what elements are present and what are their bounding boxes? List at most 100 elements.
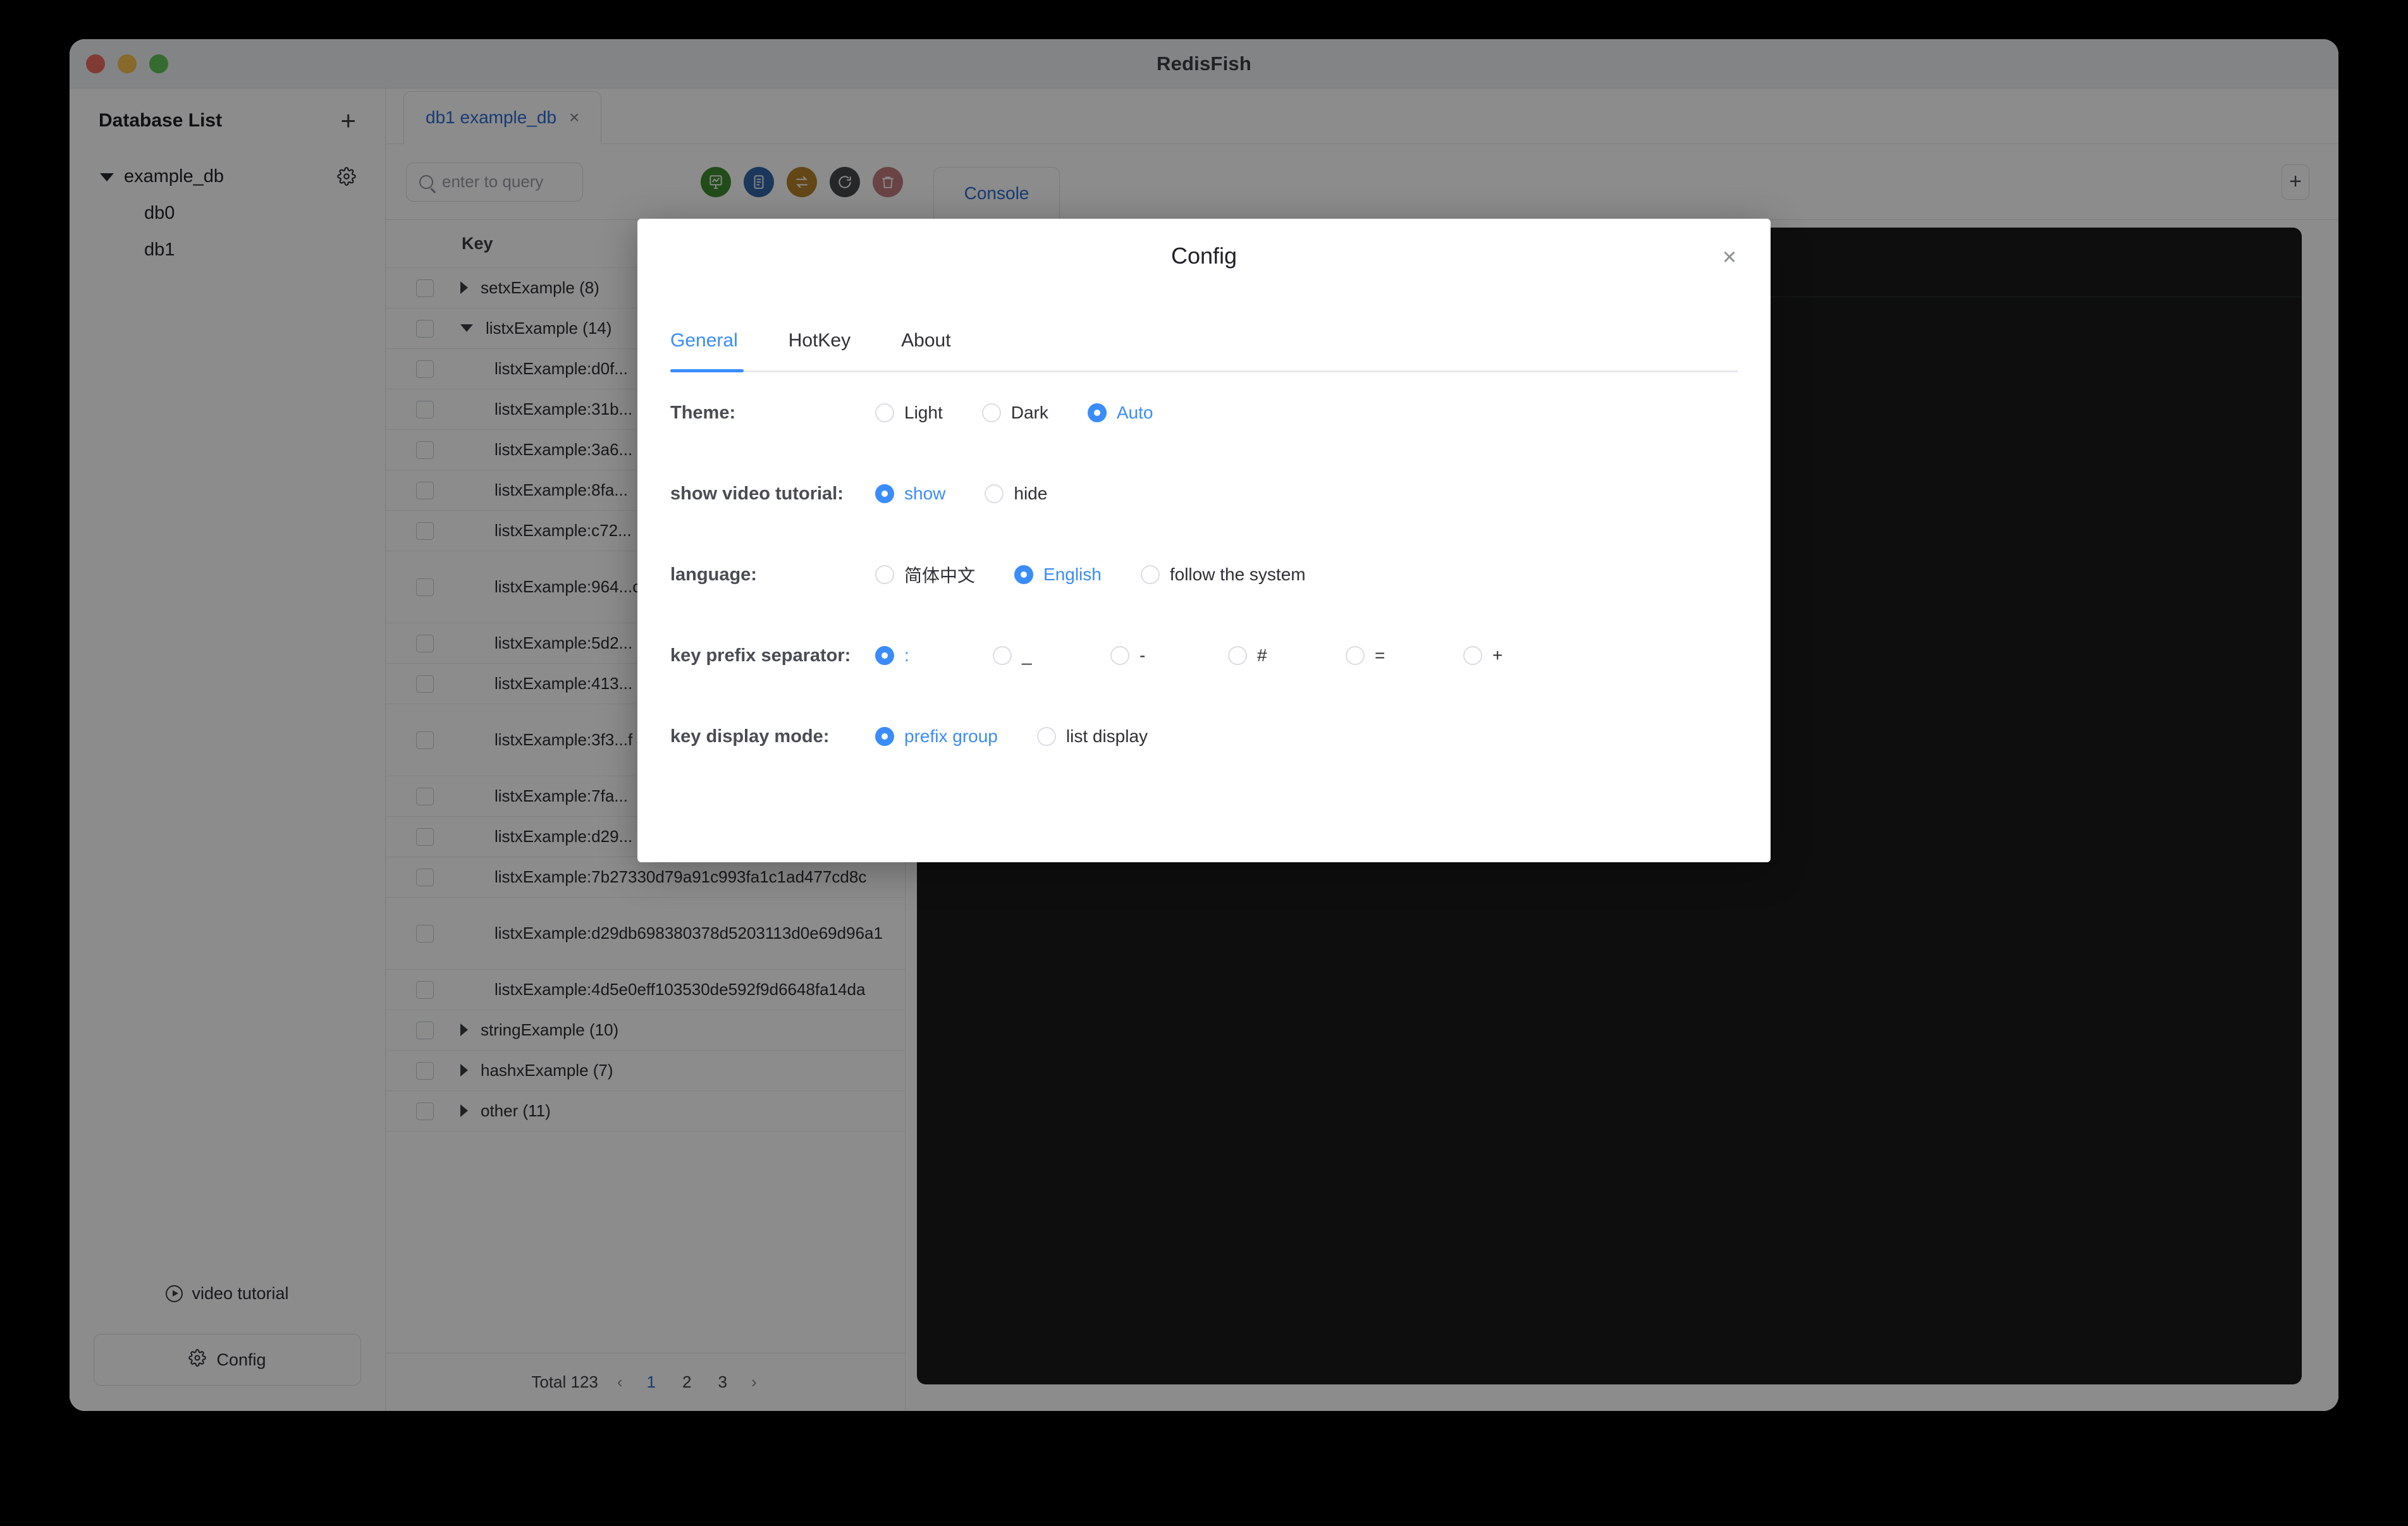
radio-button[interactable] [875, 646, 894, 665]
chevron-right-icon[interactable] [460, 1104, 468, 1118]
video-tutorial-label: video tutorial [192, 1284, 289, 1303]
key-row-body: listxExample:7b27330d79a91c993fa1c1ad477… [434, 864, 894, 889]
radio-option-key-prefix-separator-0[interactable]: : [875, 645, 993, 666]
add-panel-button[interactable]: + [2282, 164, 2309, 200]
radio-button[interactable] [875, 565, 894, 584]
chevron-right-icon[interactable] [460, 1023, 468, 1037]
trash-icon[interactable] [873, 166, 903, 197]
key-row[interactable]: listxExample:d29db698380378d5203113d0e69… [386, 898, 905, 970]
tab-active-underline [670, 369, 744, 372]
radio-button[interactable] [1014, 565, 1034, 584]
row-checkbox[interactable] [416, 868, 434, 886]
search-input[interactable]: enter to query [406, 162, 583, 202]
row-checkbox[interactable] [416, 578, 434, 596]
radio-group-theme: Light Dark Auto [875, 403, 1192, 423]
key-row-label: listxExample (14) [486, 319, 612, 338]
radio-option-key-display-mode-1[interactable]: list display [1036, 726, 1148, 747]
key-row[interactable]: other (11) [386, 1091, 905, 1132]
radio-option-key-prefix-separator-5[interactable]: + [1463, 645, 1581, 666]
close-icon[interactable]: × [1715, 243, 1744, 272]
list-document-icon[interactable] [744, 166, 774, 197]
chart-board-icon[interactable] [701, 166, 731, 197]
row-checkbox[interactable] [416, 674, 434, 693]
radio-option-key-prefix-separator-1[interactable]: _ [993, 645, 1110, 666]
row-checkbox[interactable] [416, 522, 434, 540]
next-page-button[interactable]: › [749, 1372, 759, 1392]
row-checkbox[interactable] [416, 731, 434, 749]
radio-option-theme-0[interactable]: Light [875, 403, 943, 423]
prev-page-button[interactable]: ‹ [615, 1372, 625, 1392]
tab-about[interactable]: About [901, 330, 950, 370]
row-checkbox[interactable] [416, 1061, 434, 1080]
refresh-icon[interactable] [830, 166, 860, 197]
radio-button[interactable] [981, 403, 1001, 422]
radio-option-language-2[interactable]: follow the system [1140, 565, 1306, 585]
radio-option-theme-2[interactable]: Auto [1087, 403, 1153, 423]
radio-button[interactable] [1228, 646, 1247, 665]
tab-console[interactable]: Console [933, 166, 1060, 220]
row-checkbox[interactable] [416, 360, 434, 378]
row-checkbox[interactable] [416, 400, 434, 418]
flow-transfer-icon[interactable] [787, 166, 817, 197]
config-button[interactable]: Config [94, 1334, 361, 1386]
close-icon[interactable]: × [569, 107, 579, 128]
config-row-language: language: 简体中文 English follow the system [670, 534, 1738, 615]
row-checkbox[interactable] [416, 279, 434, 297]
row-checkbox[interactable] [416, 1102, 434, 1120]
row-checkbox[interactable] [416, 827, 434, 846]
radio-option-language-0[interactable]: 简体中文 [875, 562, 975, 587]
tab-general[interactable]: General [670, 330, 738, 370]
chevron-down-icon[interactable] [460, 324, 473, 333]
add-database-button[interactable]: + [340, 107, 356, 134]
page-button-1[interactable]: 1 [642, 1372, 661, 1392]
key-row[interactable]: hashxExample (7) [386, 1051, 905, 1091]
radio-button[interactable] [875, 484, 894, 503]
row-checkbox[interactable] [416, 980, 434, 999]
radio-option-theme-1[interactable]: Dark [981, 403, 1048, 423]
page-button-2[interactable]: 2 [677, 1372, 696, 1392]
radio-option-show-video-tutorial-0[interactable]: show [875, 484, 945, 504]
gear-icon[interactable] [337, 167, 356, 186]
config-row-label: show video tutorial: [670, 483, 844, 504]
tab-db1-example-db[interactable]: db1 example_db × [403, 91, 602, 144]
key-row[interactable]: stringExample (10) [386, 1010, 905, 1051]
radio-option-language-1[interactable]: English [1014, 565, 1102, 585]
chevron-down-icon[interactable] [100, 173, 114, 181]
key-row[interactable]: listxExample:4d5e0eff103530de592f9d6648f… [386, 970, 905, 1010]
sidebar-item-db0[interactable]: db0 [70, 195, 385, 231]
radio-option-key-prefix-separator-3[interactable]: # [1228, 645, 1346, 666]
key-row-label: hashxExample (7) [481, 1061, 613, 1080]
radio-button[interactable] [875, 727, 894, 746]
radio-button[interactable] [985, 484, 1004, 503]
page-button-3[interactable]: 3 [713, 1372, 732, 1392]
row-checkbox[interactable] [416, 924, 434, 943]
chevron-right-icon[interactable] [460, 281, 468, 295]
radio-button[interactable] [993, 646, 1012, 665]
radio-button[interactable] [875, 403, 894, 422]
radio-button[interactable] [1346, 646, 1365, 665]
key-row-label: listxExample:7b27330d79a91c993fa1c1ad477… [494, 867, 867, 887]
key-row[interactable]: listxExample:7b27330d79a91c993fa1c1ad477… [386, 857, 905, 898]
row-checkbox[interactable] [416, 787, 434, 805]
radio-option-key-prefix-separator-2[interactable]: - [1110, 645, 1228, 666]
radio-button[interactable] [1463, 646, 1482, 665]
row-checkbox[interactable] [416, 634, 434, 652]
tab-hotkey[interactable]: HotKey [789, 330, 851, 370]
radio-button[interactable] [1110, 646, 1129, 665]
chevron-right-icon[interactable] [460, 1064, 468, 1077]
radio-button[interactable] [1140, 565, 1160, 584]
database-group-example-db[interactable]: example_db [70, 158, 385, 195]
radio-button[interactable] [1087, 403, 1107, 422]
radio-option-key-prefix-separator-4[interactable]: = [1346, 645, 1463, 666]
radio-option-show-video-tutorial-1[interactable]: hide [985, 484, 1047, 504]
radio-option-label: : [904, 645, 909, 665]
radio-button[interactable] [1036, 727, 1056, 746]
row-checkbox[interactable] [416, 481, 434, 499]
row-checkbox[interactable] [416, 1021, 434, 1039]
modal-tabs: General HotKey About [670, 330, 1738, 372]
radio-option-key-display-mode-0[interactable]: prefix group [875, 726, 998, 747]
row-checkbox[interactable] [416, 319, 434, 338]
sidebar-item-db1[interactable]: db1 [70, 231, 385, 268]
row-checkbox[interactable] [416, 441, 434, 459]
video-tutorial-button[interactable]: video tutorial [94, 1284, 361, 1303]
